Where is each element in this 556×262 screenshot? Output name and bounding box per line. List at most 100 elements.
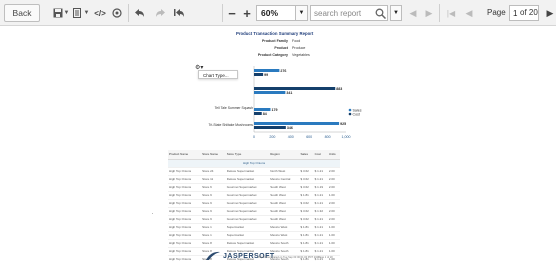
save-button[interactable]: ▼ bbox=[52, 4, 70, 22]
search-options-dropdown[interactable]: ▼ bbox=[390, 5, 402, 21]
table-cell: Mexico South bbox=[269, 239, 300, 248]
table-cell: Deluxe Supermarket bbox=[225, 167, 270, 176]
meta-key: Product Family bbox=[262, 39, 288, 43]
legend-label: Cost bbox=[353, 112, 360, 116]
table-cell: $ 1.21 bbox=[313, 215, 328, 224]
table-cell: Store 1 bbox=[201, 231, 226, 240]
table-cell: North West bbox=[269, 167, 300, 176]
undo-all-icon bbox=[174, 8, 184, 17]
table-cell: High Top Onions bbox=[168, 255, 202, 262]
table-cell: $ 3.62 bbox=[299, 199, 314, 208]
table-cell: Deluxe Supermarket bbox=[225, 175, 270, 184]
bar-value-label: 99 bbox=[264, 73, 268, 77]
chevron-down-icon: ▼ bbox=[393, 10, 399, 16]
bookmarks-icon bbox=[112, 8, 122, 18]
first-page-button[interactable]: |◀ bbox=[445, 4, 457, 22]
export-button[interactable]: ▼ bbox=[72, 4, 90, 22]
group-row: High Top Onions bbox=[168, 159, 340, 168]
triangle-left-icon: ◀ bbox=[409, 7, 417, 18]
zoom-in-button[interactable]: + bbox=[241, 4, 253, 22]
next-page-icon: ▶ bbox=[546, 7, 554, 18]
zoom-input[interactable]: 60% bbox=[256, 5, 296, 21]
table-cell: High Top Onions bbox=[168, 231, 202, 240]
first-page-icon: |◀ bbox=[446, 8, 456, 18]
meta-value: Vegetables bbox=[292, 53, 310, 57]
bar-value-label: 883 bbox=[336, 87, 342, 91]
embed-icon: </> bbox=[94, 8, 106, 18]
chevron-down-icon: ▼ bbox=[298, 10, 305, 16]
table-row: High Top Onions Store 6 Gourmet Supermarke… bbox=[168, 183, 340, 192]
table-cell: $ 1.21 bbox=[313, 175, 328, 184]
meta-value: Produce bbox=[292, 46, 306, 50]
bar bbox=[254, 122, 340, 125]
bar bbox=[254, 108, 271, 111]
meta-key: Product Category bbox=[257, 53, 288, 57]
table-cell: $ 3.62 bbox=[299, 207, 314, 216]
x-tick-label: 400 bbox=[288, 135, 294, 139]
meta-key: Product bbox=[274, 46, 288, 50]
chevron-down-icon: ▼ bbox=[63, 10, 70, 16]
x-tick-label: 600 bbox=[306, 135, 312, 139]
table-cell: High Top Onions bbox=[168, 215, 202, 224]
table-cell: Deluxe Supermarket bbox=[225, 239, 270, 248]
save-icon bbox=[53, 8, 63, 18]
table-cell: South West bbox=[269, 183, 300, 192]
table-cell: 1.00 bbox=[327, 223, 340, 232]
table-cell: Store 9 bbox=[201, 191, 226, 200]
table-row: High Top Onions Store 8 Deluxe Supermarket… bbox=[168, 239, 340, 248]
undo-button[interactable] bbox=[133, 4, 147, 22]
table-header-cell: Region bbox=[269, 150, 300, 160]
table-cell: Store 9 bbox=[201, 199, 226, 208]
embed-button[interactable]: </> bbox=[93, 4, 107, 22]
table-cell: $ 1.81 bbox=[299, 247, 314, 256]
table-cell: $ 1.21 bbox=[313, 247, 328, 256]
table-cell: High Top Onions bbox=[168, 247, 202, 256]
redo-button[interactable] bbox=[153, 4, 167, 22]
table-cell: High Top Onions bbox=[168, 199, 202, 208]
table-cell: $ 3.62 bbox=[299, 175, 314, 184]
search-prev-button[interactable]: ◀ bbox=[408, 4, 418, 22]
bar bbox=[254, 91, 286, 94]
table-cell: 2.00 bbox=[327, 167, 340, 176]
table-cell: High Top Onions bbox=[168, 167, 202, 176]
data-table: Product Name Store Name Store Type Region Sa… bbox=[168, 150, 340, 262]
undo-all-button[interactable] bbox=[172, 4, 186, 22]
next-page-button[interactable]: ▶ bbox=[545, 4, 555, 22]
zoom-dropdown[interactable]: ▼ bbox=[296, 5, 308, 21]
table-cell: Store 11 bbox=[201, 175, 226, 184]
table-cell: 2.00 bbox=[327, 199, 340, 208]
table-cell: 1.00 bbox=[327, 231, 340, 240]
table-cell: Store 9 bbox=[201, 207, 226, 216]
search-next-button[interactable]: ▶ bbox=[424, 4, 434, 22]
undo-icon bbox=[135, 9, 144, 17]
bar-value-label: 925 bbox=[340, 122, 346, 126]
bar-value-label: 341 bbox=[286, 91, 292, 95]
zoom-out-icon: − bbox=[228, 5, 236, 21]
bar bbox=[254, 69, 280, 72]
chevron-down-icon: ▼ bbox=[83, 10, 90, 16]
table-cell: Gourmet Supermarket bbox=[225, 191, 270, 200]
category-label: Tell Tale Summer Squash bbox=[215, 106, 253, 110]
menu-item-chart-type[interactable]: Chart Type... bbox=[203, 73, 229, 78]
bar bbox=[254, 126, 286, 129]
report-toolbar: Back ▼ ▼ </> − + 60% ▼ search report ▼ ◀… bbox=[0, 0, 556, 26]
bar bbox=[254, 73, 264, 76]
table-cell: South West bbox=[269, 191, 300, 200]
table-header-cell: Product Name bbox=[168, 150, 202, 160]
page-count: of 20 bbox=[520, 8, 538, 17]
table-row: High Top Onions Store 1 Supermarket Mexico … bbox=[168, 231, 340, 240]
table-header-cell: Units bbox=[327, 150, 340, 160]
table-cell: South West bbox=[269, 199, 300, 208]
zoom-in-icon: + bbox=[243, 5, 251, 21]
back-button[interactable]: Back bbox=[4, 4, 40, 22]
table-cell: South West bbox=[269, 207, 300, 216]
zoom-out-button[interactable]: − bbox=[227, 4, 237, 22]
prev-page-button[interactable]: ◀ bbox=[464, 4, 474, 22]
report-page: Product Transaction Summary Report Produ… bbox=[0, 27, 556, 262]
table-cell: Supermarket bbox=[225, 223, 270, 232]
table-cell: Store 24 bbox=[201, 167, 226, 176]
table-cell: Gourmet Supermarket bbox=[225, 199, 270, 208]
table-header-cell: Sales bbox=[299, 150, 314, 160]
bookmarks-button[interactable] bbox=[111, 4, 123, 22]
search-button[interactable] bbox=[375, 6, 387, 20]
